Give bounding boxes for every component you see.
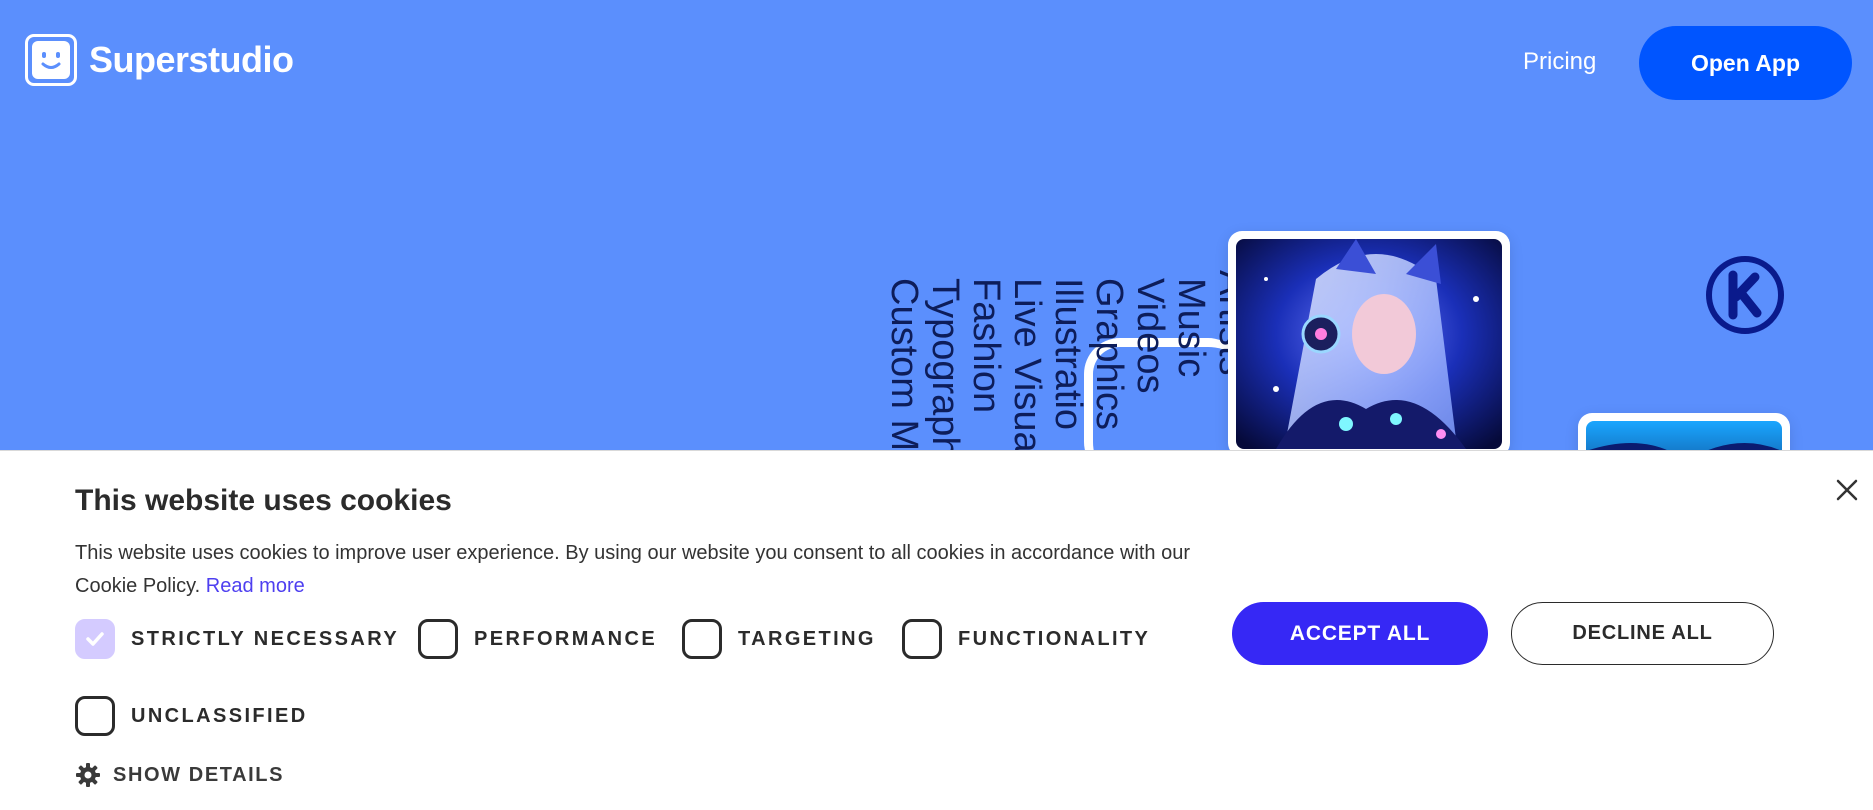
close-icon[interactable] [1832,475,1862,505]
hero-word-typography: Typograph [924,278,966,458]
cookie-banner-description: This website uses cookies to improve use… [75,537,1195,603]
option-strictly-necessary[interactable]: STRICTLY NECESSARY [75,619,399,659]
accept-all-button[interactable]: ACCEPT ALL [1232,602,1488,665]
k-logo-icon [1705,255,1785,335]
performance-label: PERFORMANCE [474,627,658,650]
hero-word-fashion: Fashion [965,278,1007,414]
hero-word-live-visuals: Live Visua [1006,278,1048,453]
decline-all-button[interactable]: DECLINE ALL [1511,602,1774,665]
hero-word-videos: Videos [1129,278,1171,394]
show-details-toggle[interactable]: SHOW DETAILS [75,762,284,788]
strictly-necessary-label: STRICTLY NECESSARY [131,627,400,650]
strictly-necessary-checkbox[interactable] [75,619,115,659]
superstudio-logo[interactable]: Superstudio [25,34,294,86]
read-more-link[interactable]: Read more [206,575,305,597]
show-details-label: SHOW DETAILS [113,763,285,786]
targeting-label: TARGETING [738,627,876,650]
hero-word-illustration: Illustratio [1047,278,1089,431]
nav-link-pricing[interactable]: Pricing [1523,48,1596,76]
functionality-label: FUNCTIONALITY [958,627,1151,650]
targeting-checkbox[interactable] [682,619,722,659]
open-app-button[interactable]: Open App [1639,26,1852,100]
functionality-checkbox[interactable] [902,619,942,659]
hero-word-custom: Custom M [883,278,925,452]
smiley-logo-icon [25,34,77,86]
gear-icon [76,763,100,787]
hero-word-graphics: Graphics [1088,278,1130,431]
anime-character-image [1236,239,1502,449]
cookie-banner: This website uses cookies This website u… [0,450,1873,810]
unclassified-label: UNCLASSIFIED [131,704,308,727]
page: Superstudio Pricing Open App Custom M Ty… [0,0,1873,810]
option-unclassified[interactable]: UNCLASSIFIED [75,696,308,736]
performance-checkbox[interactable] [418,619,458,659]
checkmark-icon [86,632,104,646]
cookie-banner-title: This website uses cookies [75,484,452,517]
brand-name: Superstudio [89,39,294,80]
option-performance[interactable]: PERFORMANCE [418,619,657,659]
hero-word-music: Music [1170,278,1212,378]
option-functionality[interactable]: FUNCTIONALITY [902,619,1150,659]
hero-image-card [1228,231,1510,457]
option-targeting[interactable]: TARGETING [682,619,876,659]
unclassified-checkbox[interactable] [75,696,115,736]
